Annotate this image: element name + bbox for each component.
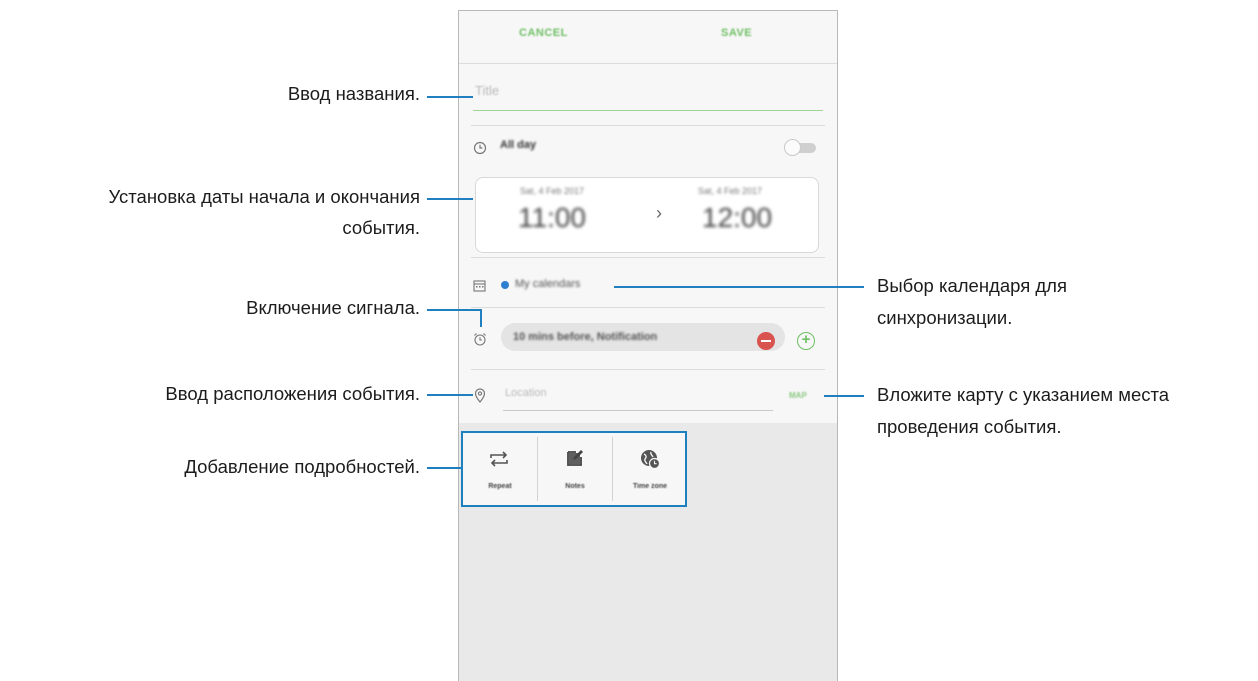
callout-line-alarm [427,309,482,311]
callout-map-line2: проведения события. [877,416,1062,437]
notes-option[interactable]: Notes [538,433,612,505]
callout-map-line1: Вложите карту с указанием места [877,384,1170,405]
event-editor-screen: CANCEL SAVE Title All day Sat, 4 Feb 201… [458,10,838,681]
repeat-option[interactable]: Repeat [463,433,537,505]
calendar-selector[interactable]: My calendars [515,278,580,290]
location-underline [503,410,773,411]
callout-location: Ввод расположения события. [165,383,420,404]
clock-icon [473,141,487,155]
reminder-field[interactable]: 10 mins before, Notification [501,323,785,351]
cancel-button[interactable]: CANCEL [519,27,568,39]
all-day-toggle[interactable] [782,139,818,157]
alarm-icon [474,333,486,346]
divider [471,307,825,308]
callout-title: Ввод названия. [287,83,420,104]
calendar-icon [473,280,486,292]
chevron-right-icon: › [656,203,662,223]
save-button[interactable]: SAVE [721,27,752,39]
divider [471,257,825,258]
callout-line-map [824,395,864,397]
notes-icon [567,450,583,466]
notes-label: Notes [565,483,585,490]
callout-calendar-line2: синхронизации. [877,307,1013,328]
callout-calendar-line1: Выбор календаря для [877,275,1067,296]
end-time[interactable]: 12:00 [702,202,772,234]
add-reminder-button[interactable]: + [797,332,815,350]
callout-dates-line1: Установка даты начала и окончания [108,186,420,207]
all-day-label: All day [500,139,537,151]
title-input[interactable]: Title [475,83,821,98]
divider [459,63,837,64]
top-bar: CANCEL SAVE [459,11,837,63]
callout-alarm: Включение сигнала. [246,297,420,318]
calendar-color-dot [501,281,509,289]
callout-line-details [427,467,461,469]
start-date[interactable]: Sat, 4 Feb 2017 [520,186,584,196]
callout-details: Добавление подробностей. [184,456,420,477]
callout-line-dates [427,198,473,200]
reminder-text: 10 mins before, Notification [513,331,658,343]
divider [471,369,825,370]
repeat-label: Repeat [488,483,512,490]
location-input[interactable]: Location [505,387,547,399]
callout-line-calendar [614,286,864,288]
callout-dates-line2: события. [342,217,420,238]
callout-line-title [427,96,473,98]
time-zone-icon [641,450,661,470]
remove-reminder-button[interactable] [757,332,775,350]
time-zone-option[interactable]: Time zone [613,433,687,505]
date-range-picker[interactable]: Sat, 4 Feb 2017 11:00 › Sat, 4 Feb 2017 … [475,177,819,253]
time-zone-label: Time zone [632,483,668,490]
toggle-thumb [784,139,801,156]
end-date[interactable]: Sat, 4 Feb 2017 [698,186,762,196]
repeat-icon [490,451,508,467]
title-underline [473,110,823,111]
add-details-panel: Repeat Notes Time zone [461,431,687,507]
divider [471,125,825,126]
callout-line-location [427,394,473,396]
start-time[interactable]: 11:00 [518,202,586,234]
callout-line-alarm-drop [480,309,482,327]
map-button[interactable]: MAP [789,391,807,400]
location-pin-icon [474,388,486,403]
event-form: CANCEL SAVE Title All day Sat, 4 Feb 201… [459,11,837,423]
